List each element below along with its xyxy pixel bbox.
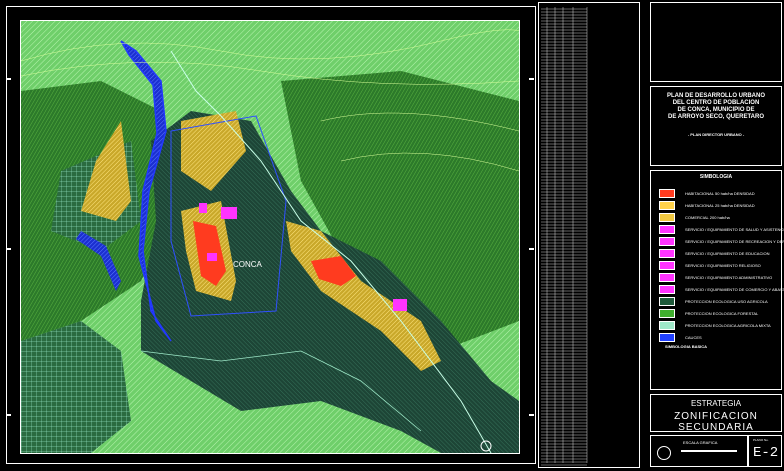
legend-swatch [659,189,675,198]
legend-item-label: SERVICIO / EQUIPAMIENTO DE COMERCIO Y AB… [685,287,784,292]
equipment-block-3[interactable] [207,253,217,261]
legend-item-label: CAUCES [685,335,702,340]
legend-swatch [659,225,675,234]
legend-swatch [659,285,675,294]
frame-tick [6,248,11,250]
equipment-block-1[interactable] [221,207,237,219]
stage-label: ESTRATEGIA [690,399,742,408]
sheet-id: E-2 [753,445,779,461]
legend-swatch [659,237,675,246]
legend-item: COMERCIAL 200 hab/ha [659,213,730,222]
equipment-block-2[interactable] [199,203,207,213]
title-line-1: PLAN DE DESARROLLO URBANO [666,93,765,99]
title-line-3: DE CONCA, MUNICIPIO DE [677,107,755,113]
frame-tick [6,78,11,80]
legend-item-label: HABITACIONAL 50 hab/ha DENSIDAD [685,191,755,196]
legend-item: SERVICIO / EQUIPAMIENTO DE RECREACION Y … [659,237,784,246]
title-line-4: DE ARROYO SECO, QUERETARO [667,114,764,120]
legend-item: PROTECCION ECOLOGICA AGRICOLA MIXTA [659,321,771,330]
equipment-block-4[interactable] [393,299,407,311]
legend-item: PROTECCION ECOLOGICA FORESTAL [659,309,758,318]
legend-swatch [659,249,675,258]
legend-item: HABITACIONAL 25 hab/ha DENSIDAD [659,201,755,210]
title-box: PLAN DE DESARROLLO URBANO DEL CENTRO DE … [650,86,782,166]
stage-box: ESTRATEGIA ZONIFICACION SECUNDARIA [650,394,782,433]
legend-item: SERVICIO / EQUIPAMIENTO DE SALUD Y ASIST… [659,225,784,234]
frame-tick [6,414,11,416]
sheet-box: PLANO No. E-2 [748,435,782,467]
legend-item-label: PROTECCION ECOLOGICA FORESTAL [685,311,759,316]
legend-box: SIMBOLOGIA HABITACIONAL 50 hab/ha DENSID… [650,170,784,390]
legend-swatch [659,333,675,342]
logo-box [650,2,782,82]
scale-box: ESCALA GRAFICA [650,435,748,467]
legend-item-label: SERVICIO / EQUIPAMIENTO DE SALUD Y ASIST… [685,227,784,232]
frame-tick [529,78,534,80]
legend-item-label: SERVICIO / EQUIPAMIENTO ADMINISTRATIVO [685,275,773,280]
zone-label: ZONIFICACION SECUNDARIA [674,411,758,433]
coordinate-table-grid [539,3,639,467]
town-label: CONCA [233,260,263,269]
scale-label: ESCALA GRAFICA [683,440,718,445]
legend-item-label: SERVICIO / EQUIPAMIENTO DE EDUCACION [685,251,770,256]
sheet-label: PLANO No. [753,438,769,442]
map-viewport[interactable]: CONCA [20,20,520,454]
legend-item: PROTECCION ECOLOGICA USO AGRICOLA [659,297,768,306]
legend-heading: SIMBOLOGIA [699,174,733,180]
frame-tick [529,414,534,416]
legend-item: SERVICIO / EQUIPAMIENTO ADMINISTRATIVO [659,273,772,282]
legend-item-label: COMERCIAL 200 hab/ha [685,215,730,220]
legend-item: CAUCES [659,333,702,342]
legend-item: HABITACIONAL 50 hab/ha DENSIDAD [659,189,755,198]
legend-item-label: SERVICIO / EQUIPAMIENTO DE RECREACION Y … [685,239,784,244]
legend-base-heading: SIMBOLOGIA BASICA [665,344,708,349]
legend-swatch [659,321,675,330]
legend-swatch [659,213,675,222]
title-line-2: DEL CENTRO DE POBLACION [672,100,760,106]
legend-swatch [659,201,675,210]
legend-item-label: PROTECCION ECOLOGICA AGRICOLA MIXTA [685,323,771,328]
coordinate-table [538,2,640,468]
title-subtitle: - PLAN DIRECTOR URBANO - [687,132,745,137]
map-canvas[interactable]: CONCA [21,21,519,453]
legend-item: SERVICIO / EQUIPAMIENTO RELIGIOSO [659,261,761,270]
legend-swatch [659,273,675,282]
legend-item-label: HABITACIONAL 25 hab/ha DENSIDAD [685,203,755,208]
legend-item: SERVICIO / EQUIPAMIENTO DE COMERCIO Y AB… [659,285,784,294]
legend-item-label: PROTECCION ECOLOGICA USO AGRICOLA [685,299,768,304]
legend-item-label: SERVICIO / EQUIPAMIENTO RELIGIOSO [685,263,761,268]
frame-tick [529,248,534,250]
legend-item: SERVICIO / EQUIPAMIENTO DE EDUCACION [659,249,769,258]
north-arrow-icon [657,446,671,460]
legend-swatch [659,261,675,270]
legend-swatch [659,297,675,306]
legend-swatch [659,309,675,318]
scale-bar [681,450,737,452]
title-block: PLAN DE DESARROLLO URBANO DEL CENTRO DE … [648,2,784,467]
